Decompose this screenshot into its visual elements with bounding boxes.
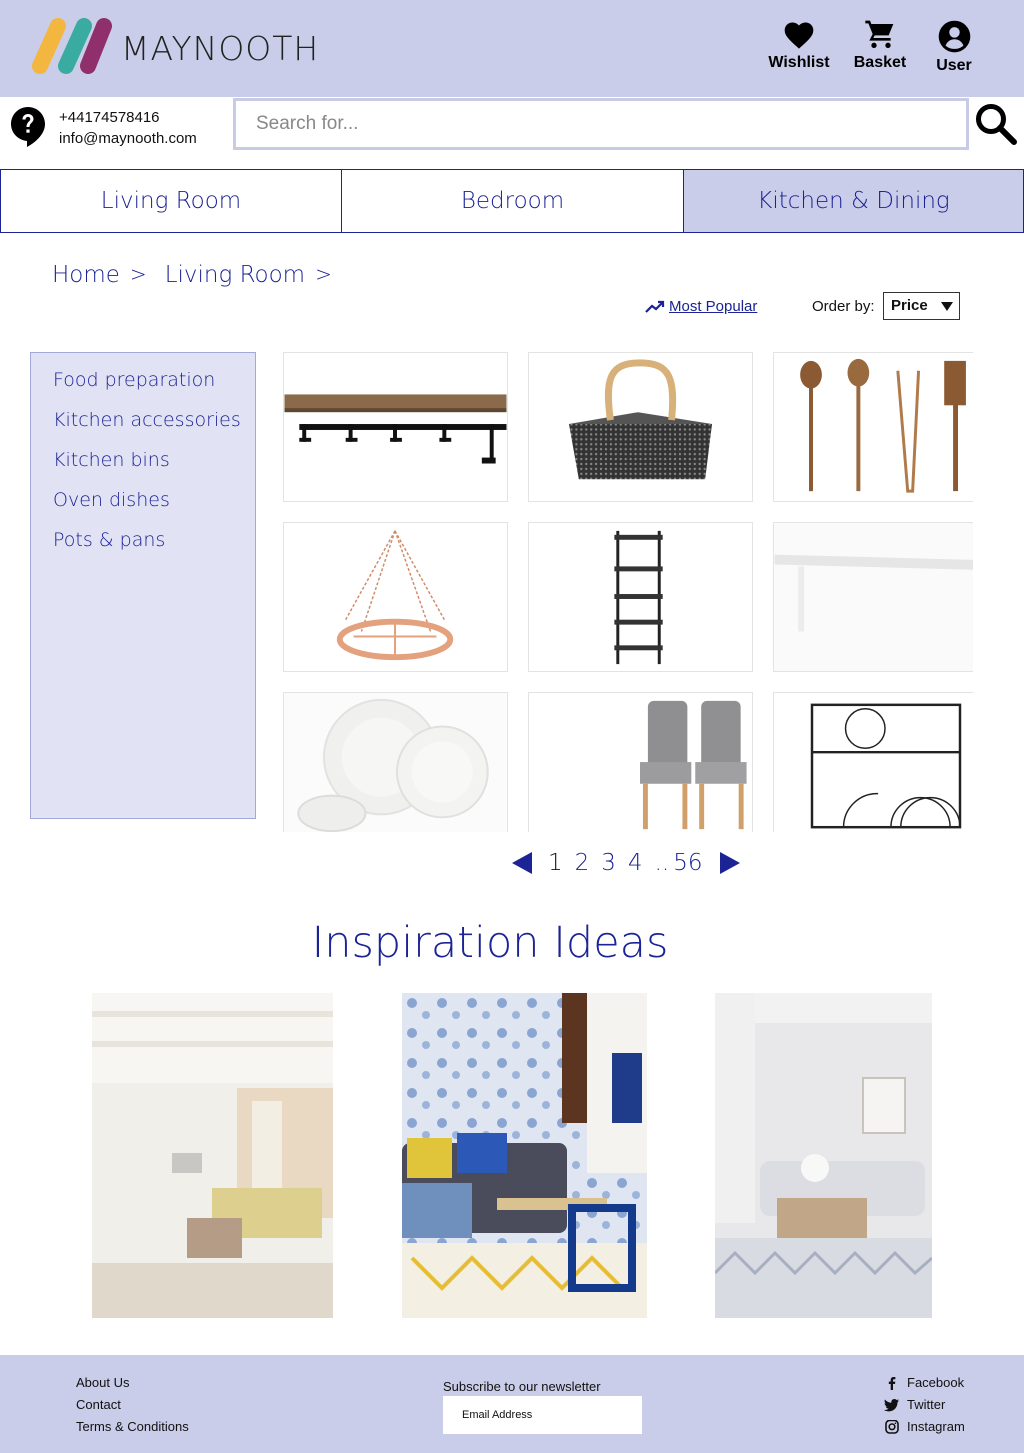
twitter-label: Twitter	[907, 1397, 946, 1412]
order-by-select[interactable]: Price	[883, 292, 960, 320]
basket-button[interactable]: Basket	[850, 18, 910, 72]
footer-link-about-us[interactable]: About Us	[76, 1372, 189, 1394]
pot-rack-image	[336, 530, 454, 661]
contact-phone[interactable]: +44174578416	[59, 107, 197, 128]
twitter-icon	[884, 1399, 899, 1412]
product-card-grey-dining-chairs[interactable]	[528, 692, 753, 832]
product-card-shelving-tower[interactable]	[528, 522, 753, 672]
site-header: MAYNOOTH Wishlist Basket User	[0, 0, 1024, 97]
inspiration-title: Inspiration Ideas	[311, 918, 669, 968]
footer-link-contact[interactable]: Contact	[76, 1394, 189, 1416]
wishlist-label: Wishlist	[768, 54, 830, 71]
bright-living-room-image	[92, 993, 333, 1318]
dropdown-caret-icon	[941, 302, 953, 311]
social-link-instagram[interactable]: Instagram	[884, 1416, 965, 1438]
page-last[interactable]: 56	[673, 850, 702, 876]
breadcrumb-living-room[interactable]: Living Room	[165, 262, 305, 288]
product-card-white-bench[interactable]	[773, 522, 973, 672]
facebook-icon	[888, 1377, 896, 1390]
wire-dish-rack-image	[810, 703, 962, 829]
user-account-icon	[938, 20, 970, 53]
tab-living-room[interactable]: Living Room	[0, 169, 342, 233]
newsletter-email-field[interactable]	[443, 1396, 642, 1434]
previous-page-arrow-icon[interactable]	[512, 852, 532, 874]
most-popular-link[interactable]: Most Popular	[645, 298, 757, 315]
tab-kitchen-dining[interactable]: Kitchen & Dining	[683, 169, 1024, 233]
tab-bedroom[interactable]: Bedroom	[341, 169, 684, 233]
contact-email[interactable]: info@maynooth.com	[59, 128, 197, 149]
breadcrumb-separator: >	[129, 262, 147, 286]
order-by-value: Price	[891, 297, 928, 314]
brand-logo[interactable]	[28, 18, 112, 76]
breadcrumb-separator: >	[315, 262, 332, 286]
sidebar-item-oven-dishes[interactable]: Oven dishes	[53, 485, 255, 525]
breadcrumb: Home > Living Room >	[52, 262, 350, 288]
instagram-icon	[885, 1420, 899, 1434]
wall-shelf-image	[284, 394, 507, 464]
inspiration-image-grey-lounge-room[interactable]	[715, 993, 932, 1318]
white-plates-image	[284, 693, 507, 832]
wooden-utensils-image	[800, 358, 966, 493]
wishlist-button[interactable]: Wishlist	[768, 20, 830, 72]
sidebar-item-pots-pans[interactable]: Pots & pans	[53, 525, 255, 565]
shelving-tower-image	[614, 530, 663, 665]
help-chat-icon[interactable]	[10, 106, 46, 148]
heart-icon	[784, 22, 814, 49]
brand-name[interactable]: MAYNOOTH	[121, 29, 319, 68]
product-card-wall-shelf[interactable]	[283, 352, 508, 502]
next-page-arrow-icon[interactable]	[720, 852, 741, 874]
inspiration-image-bright-living-room[interactable]	[92, 993, 333, 1318]
blue-floral-living-room-image	[402, 993, 647, 1318]
sidebar-item-kitchen-accessories[interactable]: Kitchen accessories	[53, 405, 255, 445]
product-card-wire-basket[interactable]	[528, 352, 753, 502]
product-grid	[283, 352, 973, 832]
page-ellipsis: ..	[654, 850, 670, 876]
order-by-label: Order by:	[812, 298, 875, 315]
pagination: 1 2 3 4 .. 56	[512, 848, 741, 878]
social-link-facebook[interactable]: Facebook	[884, 1372, 965, 1394]
product-card-wooden-utensils[interactable]	[773, 352, 973, 502]
basket-label: Basket	[853, 54, 907, 71]
dining-chairs-image	[640, 700, 747, 830]
sidebar-item-food-preparation[interactable]: Food preparation	[53, 365, 255, 405]
product-card-white-plates[interactable]	[283, 692, 508, 832]
site-footer: About Us Contact Terms & Conditions Subs…	[0, 1355, 1024, 1453]
newsletter-label: Subscribe to our newsletter	[443, 1379, 601, 1394]
page-link[interactable]: 3	[601, 850, 616, 876]
inspiration-image-blue-floral-living-room[interactable]	[402, 993, 647, 1318]
search-button[interactable]	[972, 101, 1020, 149]
product-card-hanging-pot-rack[interactable]	[283, 522, 508, 672]
contact-info: +44174578416 info@maynooth.com	[59, 107, 197, 149]
subcategory-sidebar: Food preparation Kitchen accessories Kit…	[30, 352, 256, 819]
white-bench-image	[774, 523, 973, 671]
social-links: Facebook Twitter Instagram	[884, 1372, 965, 1438]
trending-up-icon	[645, 300, 665, 313]
breadcrumb-home[interactable]: Home	[52, 262, 120, 288]
footer-link-terms[interactable]: Terms & Conditions	[76, 1416, 189, 1438]
most-popular-label: Most Popular	[669, 298, 758, 315]
search-icon	[976, 103, 1017, 145]
page-current[interactable]: 1	[548, 850, 563, 876]
page-link[interactable]: 4	[628, 850, 643, 876]
wire-basket-image	[568, 359, 713, 480]
page-link[interactable]: 2	[575, 850, 590, 876]
product-card-wire-dish-rack[interactable]	[773, 692, 973, 832]
cart-icon	[865, 20, 894, 48]
user-label: User	[936, 57, 972, 74]
sidebar-item-kitchen-bins[interactable]: Kitchen bins	[53, 445, 255, 485]
facebook-label: Facebook	[907, 1375, 965, 1390]
instagram-label: Instagram	[907, 1419, 965, 1434]
search-input[interactable]	[233, 98, 969, 150]
footer-links: About Us Contact Terms & Conditions	[76, 1372, 189, 1438]
user-button[interactable]: User	[930, 20, 978, 75]
grey-lounge-room-image	[715, 993, 932, 1318]
social-link-twitter[interactable]: Twitter	[884, 1394, 965, 1416]
